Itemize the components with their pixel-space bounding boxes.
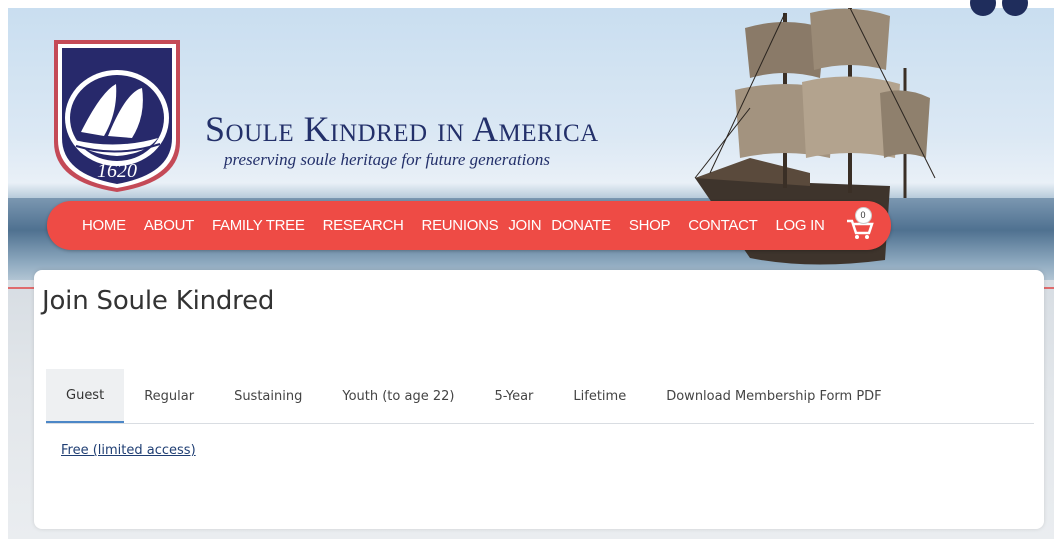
tab-regular[interactable]: Regular [124, 369, 214, 423]
nav-research[interactable]: RESEARCH [323, 217, 404, 234]
nav-family-tree[interactable]: FAMILY TREE [212, 217, 305, 234]
nav-log-in[interactable]: LOG IN [775, 217, 824, 234]
nav-shop[interactable]: SHOP [629, 217, 671, 234]
nav-donate[interactable]: DONATE [551, 217, 611, 234]
free-access-link[interactable]: Free (limited access) [61, 443, 196, 458]
main-nav: HOME ABOUT FAMILY TREE RESEARCH REUNIONS… [47, 201, 891, 250]
svg-text:1620: 1620 [97, 160, 137, 182]
nav-about[interactable]: ABOUT [144, 217, 194, 234]
nav-contact[interactable]: CONTACT [688, 217, 758, 234]
site-tagline: preserving soule heritage for future gen… [224, 150, 550, 169]
tab-lifetime[interactable]: Lifetime [553, 369, 646, 423]
tab-guest[interactable]: Guest [46, 369, 125, 423]
site-logo[interactable]: 1620 [46, 32, 188, 196]
site-title[interactable]: Soule Kindred in America [205, 108, 599, 150]
nav-join[interactable]: JOIN [508, 217, 541, 234]
page-title: Join Soule Kindred [42, 286, 275, 316]
membership-tabs: Guest Regular Sustaining Youth (to age 2… [46, 368, 1034, 424]
content-card: Join Soule Kindred Guest Regular Sustain… [34, 270, 1044, 529]
tab-sustaining[interactable]: Sustaining [214, 369, 322, 423]
tab-5-year[interactable]: 5-Year [474, 369, 553, 423]
tab-youth[interactable]: Youth (to age 22) [322, 369, 474, 423]
cart-count-badge: 0 [854, 206, 872, 224]
nav-home[interactable]: HOME [82, 217, 126, 234]
tab-download-form[interactable]: Download Membership Form PDF [646, 369, 901, 423]
nav-reunions[interactable]: REUNIONS [422, 217, 499, 234]
cart-button[interactable]: 0 [845, 206, 875, 241]
